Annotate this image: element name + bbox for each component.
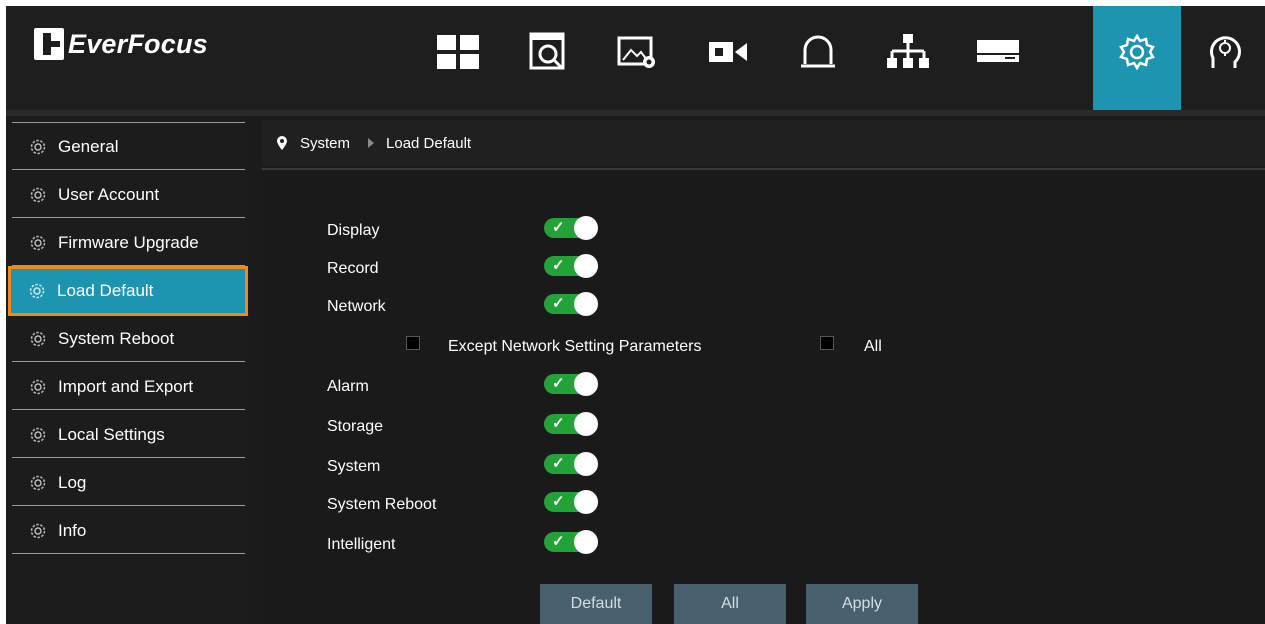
system-settings-icon[interactable] — [1093, 6, 1181, 110]
sidebar-item-load-default[interactable]: Load Default — [8, 266, 248, 316]
option-label-intelligent: Intelligent — [327, 536, 396, 553]
select-all-button[interactable]: All — [674, 584, 786, 624]
gear-icon — [30, 475, 46, 490]
apply-button[interactable]: Apply — [806, 584, 918, 624]
option-label-system-reboot: System Reboot — [327, 496, 437, 513]
sidebar-item-label: Local Settings — [58, 424, 165, 444]
toggle-knob — [574, 292, 598, 316]
network-all-label: All — [864, 338, 882, 355]
sidebar-item-label: Load Default — [57, 281, 154, 300]
storage-hdd-icon[interactable] — [954, 6, 1042, 110]
sidebar-item-label: Log — [58, 472, 87, 492]
gear-icon — [30, 139, 46, 154]
check-icon: ✓ — [552, 493, 565, 510]
toggle-intelligent[interactable]: ✓ — [544, 530, 602, 554]
option-label-record: Record — [327, 260, 379, 277]
gear-icon — [30, 379, 46, 394]
toggle-display[interactable]: ✓ — [544, 216, 602, 240]
sidebar-item-label: User Account — [58, 184, 160, 204]
toggle-knob — [574, 412, 598, 436]
breadcrumb-arrow-icon — [368, 138, 375, 148]
option-label-storage: Storage — [327, 418, 384, 435]
playback-search-icon[interactable] — [504, 6, 592, 110]
toggle-record[interactable]: ✓ — [544, 254, 602, 278]
sidebar-item-label: Info — [58, 520, 87, 540]
sidebar-item-label: Firmware Upgrade — [58, 232, 199, 252]
gear-icon — [30, 523, 46, 538]
toggle-knob — [574, 254, 598, 278]
check-icon: ✓ — [552, 219, 565, 236]
toggle-knob — [574, 530, 598, 554]
option-label-display: Display — [327, 222, 380, 239]
sidebar-item-info[interactable]: Info — [12, 508, 245, 554]
option-label-system: System — [327, 458, 381, 475]
toggle-knob — [574, 490, 598, 514]
sidebar-divider — [12, 122, 245, 123]
sidebar-item-import-and-export[interactable]: Import and Export — [12, 364, 245, 410]
check-icon: ✓ — [552, 295, 565, 312]
sidebar-item-label: Import and Export — [58, 376, 194, 396]
option-label-network: Network — [327, 298, 386, 315]
sidebar-item-firmware-upgrade[interactable]: Firmware Upgrade — [12, 220, 245, 266]
gear-icon — [30, 187, 46, 202]
breadcrumb: System Load Default — [262, 120, 1265, 166]
default-button[interactable]: Default — [540, 584, 652, 624]
camera-icon[interactable] — [684, 6, 772, 110]
check-icon: ✓ — [552, 533, 565, 550]
sidebar-item-general[interactable]: General — [12, 124, 245, 170]
sidebar: General User Account Firmware Upgrade Lo… — [6, 116, 248, 624]
toggle-knob — [574, 216, 598, 240]
toggle-system[interactable]: ✓ — [544, 452, 602, 476]
toggle-system-reboot[interactable]: ✓ — [544, 490, 602, 514]
sidebar-item-system-reboot[interactable]: System Reboot — [12, 316, 245, 362]
logo-mark-icon — [34, 28, 64, 60]
sidebar-item-label: General — [58, 136, 119, 156]
option-label-alarm: Alarm — [327, 378, 369, 395]
toggle-alarm[interactable]: ✓ — [544, 372, 602, 396]
sidebar-item-user-account[interactable]: User Account — [12, 172, 245, 218]
intelligent-analytics-icon[interactable] — [1186, 6, 1265, 110]
except-network-checkbox[interactable] — [406, 336, 420, 350]
check-icon: ✓ — [552, 375, 565, 392]
breadcrumb-current: Load Default — [386, 134, 472, 152]
network-all-checkbox[interactable] — [820, 336, 834, 350]
image-settings-icon[interactable] — [594, 6, 682, 110]
toggle-knob — [574, 452, 598, 476]
app-window: EverFocus General User Account Firmware … — [6, 6, 1265, 624]
check-icon: ✓ — [552, 415, 565, 432]
location-pin-icon — [277, 136, 287, 150]
sidebar-item-local-settings[interactable]: Local Settings — [12, 412, 245, 458]
gear-icon — [29, 283, 45, 299]
check-icon: ✓ — [552, 455, 565, 472]
breadcrumb-root[interactable]: System — [300, 135, 350, 152]
load-default-panel: Display ✓ Record ✓ Network ✓ Except Netw… — [262, 170, 1265, 624]
check-icon: ✓ — [552, 257, 565, 274]
toggle-network[interactable]: ✓ — [544, 292, 602, 316]
gear-icon — [30, 331, 46, 346]
sidebar-item-label: System Reboot — [58, 328, 175, 348]
except-network-label: Except Network Setting Parameters — [448, 338, 702, 355]
sidebar-item-log[interactable]: Log — [12, 460, 245, 506]
toggle-storage[interactable]: ✓ — [544, 412, 602, 436]
alarm-bell-icon[interactable] — [774, 6, 862, 110]
network-icon[interactable] — [864, 6, 952, 110]
brand-logo: EverFocus — [34, 24, 208, 64]
toggle-knob — [574, 372, 598, 396]
gear-icon — [30, 427, 46, 442]
top-bar: EverFocus — [6, 6, 1265, 110]
gear-icon — [30, 235, 46, 250]
live-view-grid-icon[interactable] — [414, 6, 502, 110]
brand-name: EverFocus — [68, 28, 208, 59]
